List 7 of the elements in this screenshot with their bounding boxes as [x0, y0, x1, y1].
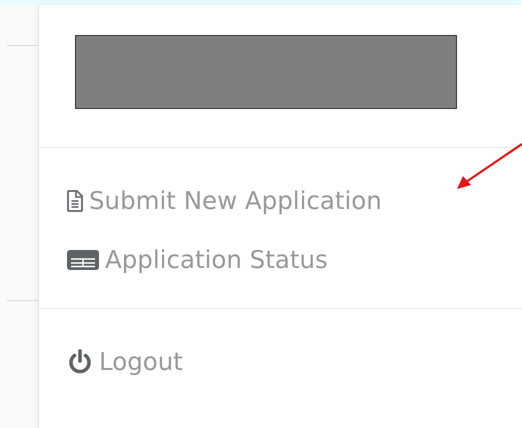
table-icon	[67, 250, 99, 270]
annotation-arrow	[457, 143, 522, 189]
document-icon	[67, 190, 83, 212]
menu-item[interactable]: Submit New Application	[39, 176, 382, 225]
menu-item[interactable]: Application Status	[39, 235, 328, 284]
power-icon	[67, 348, 93, 374]
menu-item[interactable]: Logout	[39, 337, 183, 386]
